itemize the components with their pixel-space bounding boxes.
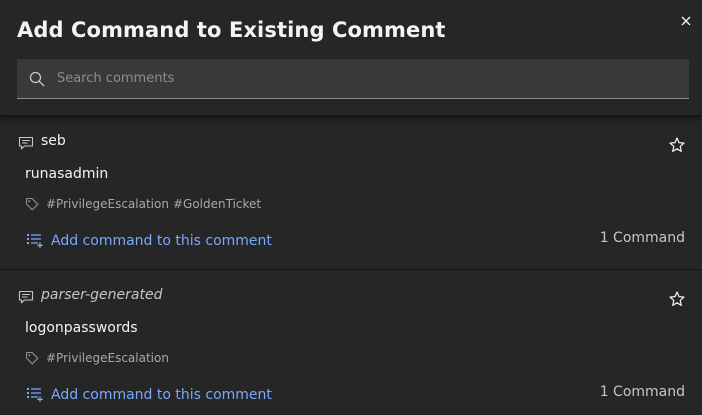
- command-count: 1 Command: [599, 230, 685, 246]
- search-field[interactable]: [17, 59, 689, 99]
- search-icon: [29, 71, 45, 87]
- tag-list: #PrivilegeEscalation #GoldenTicket: [46, 197, 265, 211]
- tag-icon: [25, 351, 39, 365]
- star-icon: [669, 291, 685, 306]
- tag[interactable]: #GoldenTicket: [173, 197, 261, 211]
- close-icon: [681, 16, 691, 26]
- comment-card: parser-generated logonpasswords #Privile…: [0, 270, 702, 415]
- add-command-label: Add command to this comment: [51, 387, 272, 403]
- comment-author: parser-generated: [41, 287, 163, 303]
- favorite-button[interactable]: [668, 290, 686, 308]
- tag[interactable]: #PrivilegeEscalation: [46, 197, 169, 211]
- comment-text: runasadmin: [25, 166, 109, 182]
- add-list-icon: [27, 388, 43, 402]
- add-command-link[interactable]: Add command to this comment: [26, 385, 272, 405]
- comment-list: seb runasadmin #PrivilegeEscalation #Gold…: [0, 116, 702, 415]
- close-button[interactable]: [676, 11, 696, 31]
- comment-author: seb: [41, 133, 66, 149]
- tag[interactable]: #PrivilegeEscalation: [46, 351, 169, 365]
- tag-icon: [25, 197, 39, 211]
- search-input[interactable]: [57, 59, 677, 98]
- command-count: 1 Command: [599, 384, 685, 400]
- modal-header: Add Command to Existing Comment: [0, 0, 702, 116]
- star-icon: [669, 137, 685, 152]
- comment-text: logonpasswords: [25, 320, 138, 336]
- modal-title: Add Command to Existing Comment: [17, 18, 446, 42]
- comment-icon: [18, 136, 34, 150]
- tag-list: #PrivilegeEscalation: [46, 351, 173, 365]
- comment-card: seb runasadmin #PrivilegeEscalation #Gold…: [0, 116, 702, 270]
- add-command-modal: Add Command to Existing Comment seb: [0, 0, 702, 415]
- add-command-link[interactable]: Add command to this comment: [26, 231, 272, 251]
- add-command-label: Add command to this comment: [51, 233, 272, 249]
- comment-icon: [18, 290, 34, 304]
- add-list-icon: [27, 234, 43, 248]
- favorite-button[interactable]: [668, 136, 686, 154]
